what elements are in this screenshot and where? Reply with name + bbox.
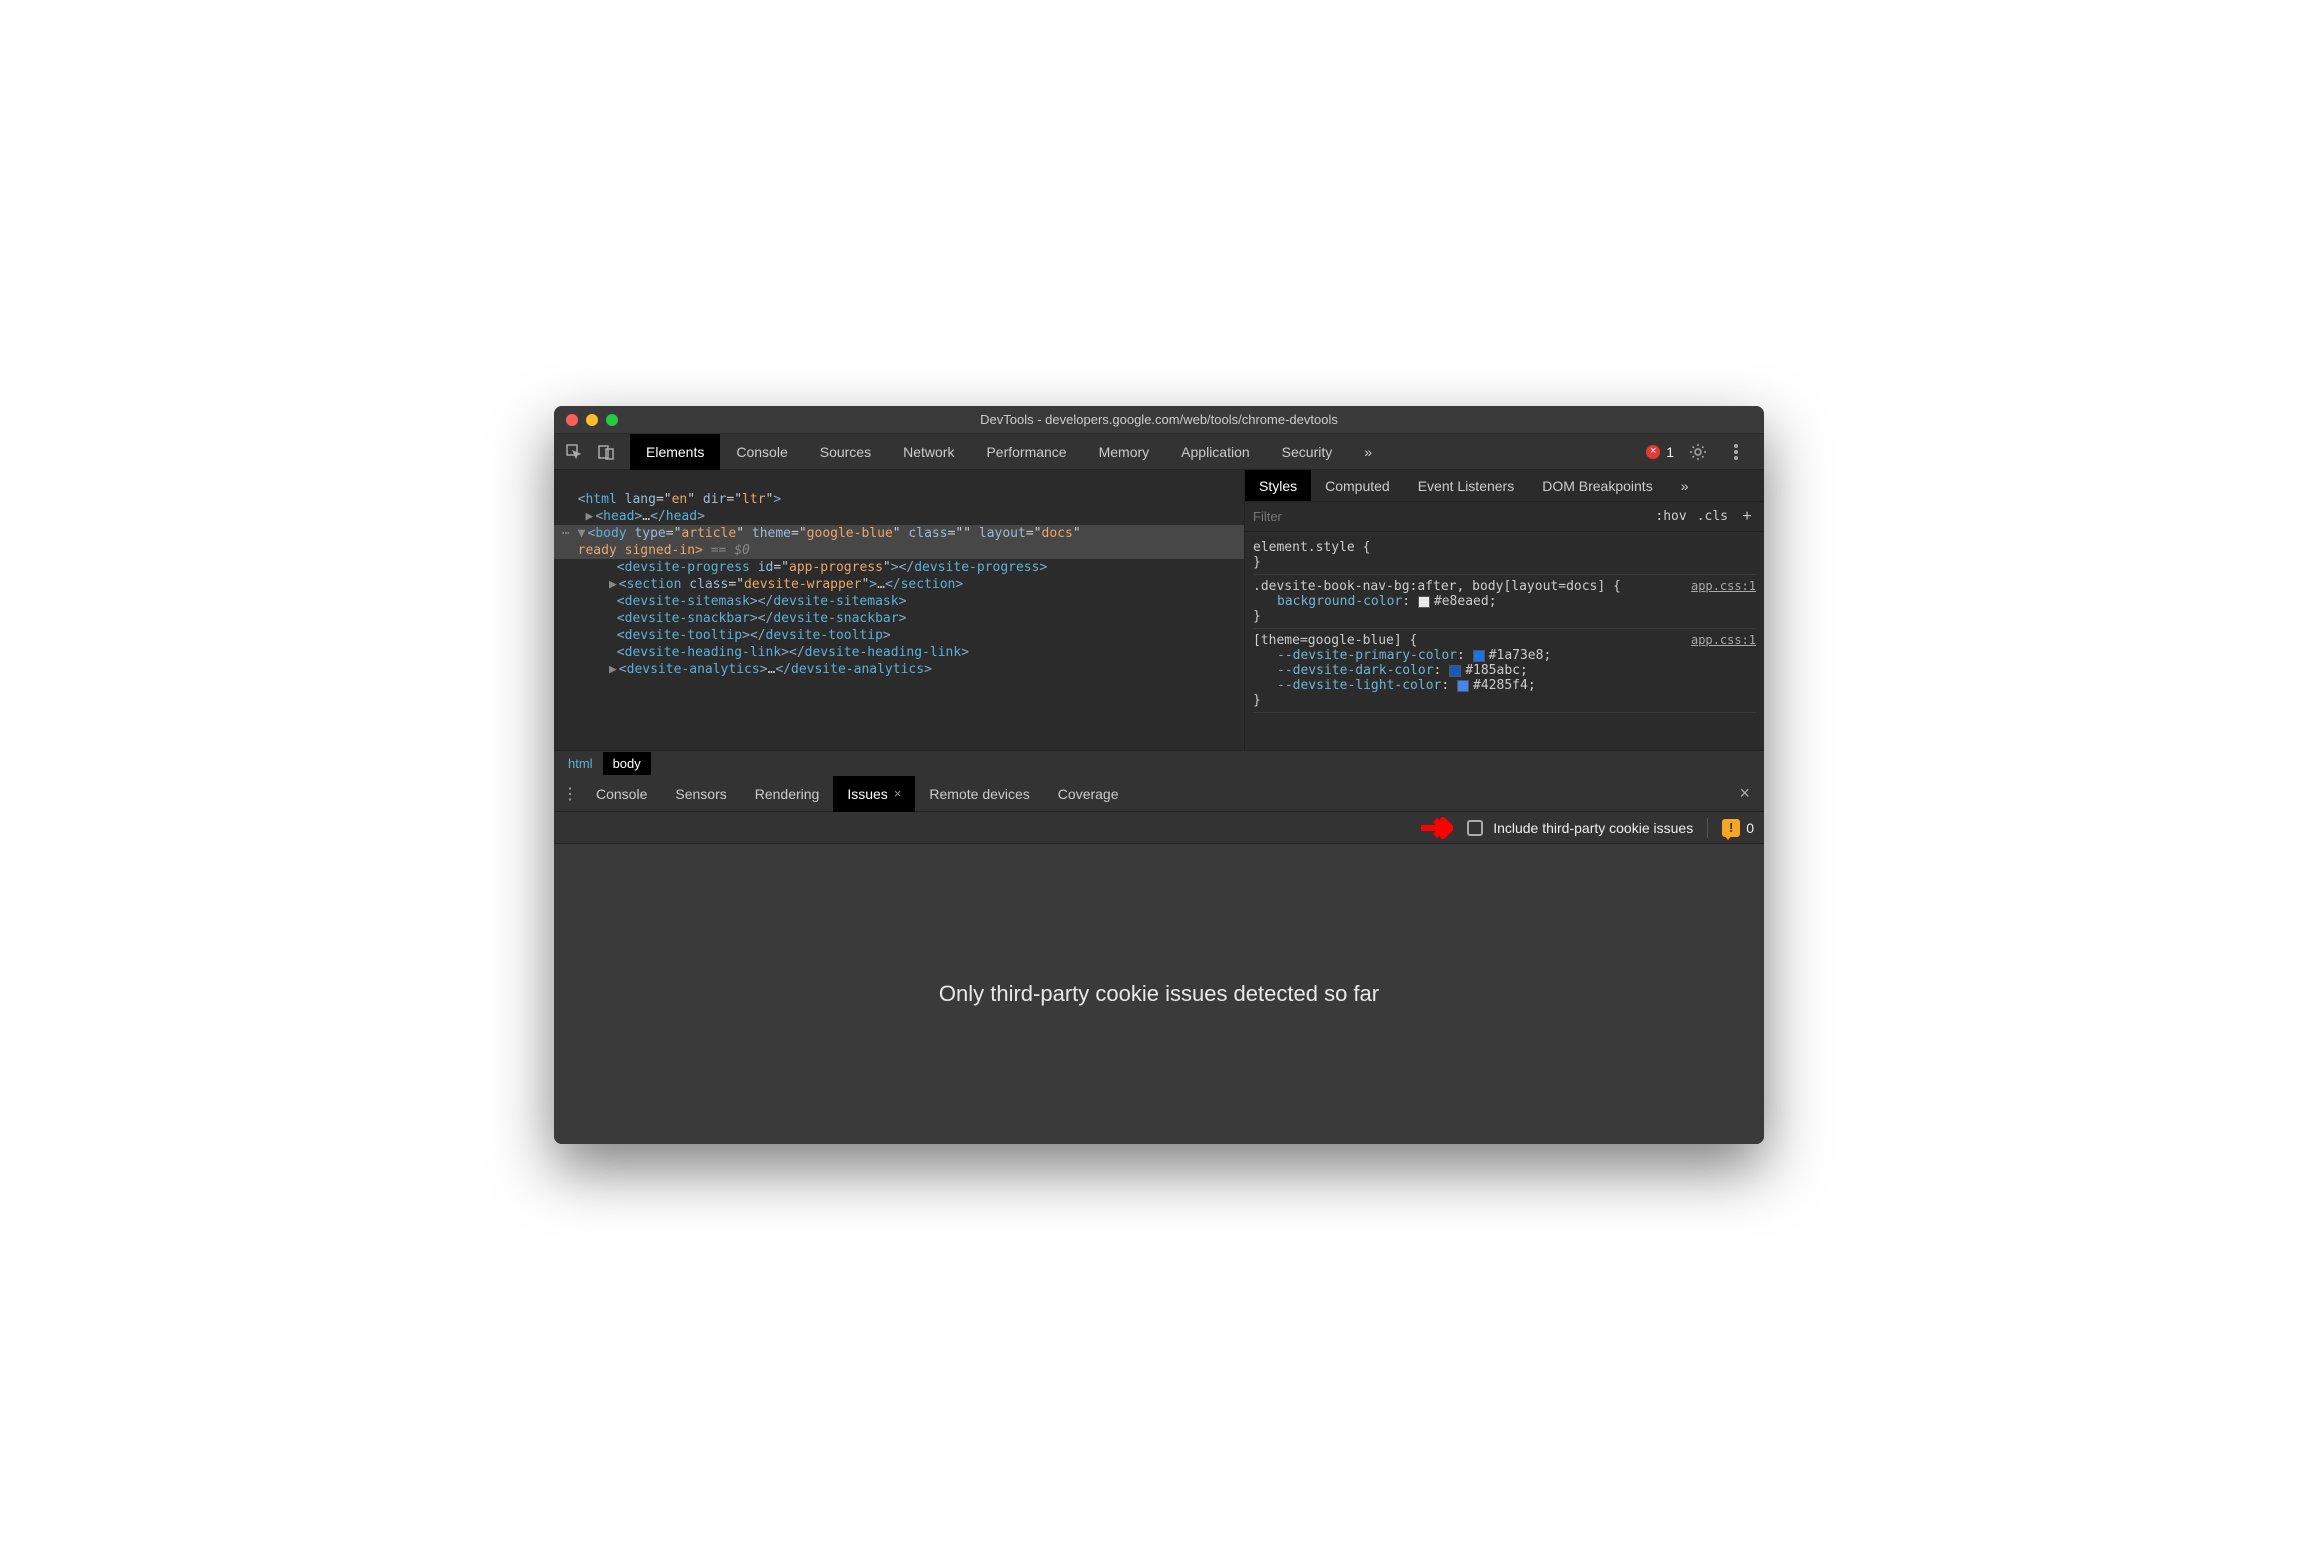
- issues-empty-message: Only third-party cookie issues detected …: [939, 981, 1379, 1007]
- styles-pane: Styles Computed Event Listeners DOM Brea…: [1244, 470, 1764, 750]
- window-title: DevTools - developers.google.com/web/too…: [554, 412, 1764, 427]
- tab-performance[interactable]: Performance: [970, 434, 1082, 470]
- issues-toolbar: Include third-party cookie issues ! 0: [554, 812, 1764, 844]
- tab-memory[interactable]: Memory: [1083, 434, 1166, 470]
- drawer-tabs: ⋮ Console Sensors Rendering Issues × Rem…: [554, 776, 1764, 812]
- device-mode-icon[interactable]: [592, 438, 620, 466]
- breadcrumb-body[interactable]: body: [603, 752, 651, 775]
- breadcrumb-html[interactable]: html: [558, 752, 603, 775]
- drawer-tab-rendering[interactable]: Rendering: [741, 776, 834, 812]
- close-window-button[interactable]: [566, 414, 578, 426]
- drawer-tab-issues[interactable]: Issues ×: [833, 776, 915, 812]
- drawer-tab-console[interactable]: Console: [582, 776, 661, 812]
- traffic-lights: [566, 414, 618, 426]
- drawer: ⋮ Console Sensors Rendering Issues × Rem…: [554, 776, 1764, 1144]
- new-style-rule-icon[interactable]: +: [1738, 508, 1756, 526]
- error-count-badge[interactable]: 1: [1646, 444, 1674, 460]
- styles-tabs: Styles Computed Event Listeners DOM Brea…: [1245, 470, 1764, 502]
- styles-filter-bar: :hov .cls +: [1245, 502, 1764, 532]
- inspect-element-icon[interactable]: [560, 438, 588, 466]
- include-third-party-checkbox[interactable]: [1467, 820, 1483, 836]
- toolbar-divider: [1707, 818, 1708, 838]
- include-third-party-label: Include third-party cookie issues: [1493, 820, 1693, 836]
- styles-tab-computed[interactable]: Computed: [1311, 470, 1404, 501]
- drawer-close-icon[interactable]: ×: [1729, 783, 1760, 804]
- panel-tabs: Elements Console Sources Network Perform…: [630, 434, 1388, 470]
- styles-filter-input[interactable]: [1253, 509, 1645, 524]
- kebab-menu-icon[interactable]: [1722, 438, 1750, 466]
- titlebar: DevTools - developers.google.com/web/too…: [554, 406, 1764, 434]
- tab-elements[interactable]: Elements: [630, 434, 720, 470]
- drawer-tab-remote-devices[interactable]: Remote devices: [915, 776, 1043, 812]
- drawer-tab-coverage[interactable]: Coverage: [1044, 776, 1133, 812]
- styles-tab-styles[interactable]: Styles: [1245, 470, 1311, 501]
- tab-security[interactable]: Security: [1266, 434, 1349, 470]
- source-link[interactable]: app.css:1: [1691, 633, 1756, 647]
- tab-console[interactable]: Console: [720, 434, 803, 470]
- styles-tab-event-listeners[interactable]: Event Listeners: [1404, 470, 1529, 501]
- source-link[interactable]: app.css:1: [1691, 579, 1756, 593]
- dom-tree[interactable]: <html lang="en" dir="ltr"> ▶<head>…</hea…: [554, 470, 1244, 750]
- dom-breadcrumb: html body: [554, 750, 1764, 776]
- close-icon[interactable]: ×: [894, 786, 902, 801]
- devtools-window: DevTools - developers.google.com/web/too…: [554, 406, 1764, 1144]
- issues-count-badge[interactable]: ! 0: [1722, 819, 1754, 837]
- styles-tab-dom-breakpoints[interactable]: DOM Breakpoints: [1528, 470, 1666, 501]
- tab-sources[interactable]: Sources: [804, 434, 887, 470]
- drawer-tab-issues-label: Issues: [847, 786, 887, 802]
- elements-panel: <html lang="en" dir="ltr"> ▶<head>…</hea…: [554, 470, 1764, 750]
- tab-application[interactable]: Application: [1165, 434, 1266, 470]
- styles-rules[interactable]: element.style {}app.css:1.devsite-book-n…: [1245, 532, 1764, 750]
- warning-icon: !: [1722, 819, 1740, 837]
- cls-toggle[interactable]: .cls: [1697, 509, 1728, 524]
- issues-empty-state: Only third-party cookie issues detected …: [554, 844, 1764, 1144]
- drawer-tab-sensors[interactable]: Sensors: [661, 776, 740, 812]
- settings-gear-icon[interactable]: [1684, 438, 1712, 466]
- drawer-menu-icon[interactable]: ⋮: [558, 784, 582, 804]
- error-icon: [1646, 445, 1660, 459]
- issues-count: 0: [1746, 820, 1754, 836]
- annotation-arrow-icon: [1417, 810, 1453, 846]
- error-count: 1: [1666, 444, 1674, 460]
- minimize-window-button[interactable]: [586, 414, 598, 426]
- main-toolbar: Elements Console Sources Network Perform…: [554, 434, 1764, 470]
- zoom-window-button[interactable]: [606, 414, 618, 426]
- more-tabs-icon[interactable]: »: [1348, 434, 1388, 470]
- styles-more-tabs-icon[interactable]: »: [1667, 470, 1703, 501]
- hov-toggle[interactable]: :hov: [1655, 509, 1686, 524]
- tab-network[interactable]: Network: [887, 434, 970, 470]
